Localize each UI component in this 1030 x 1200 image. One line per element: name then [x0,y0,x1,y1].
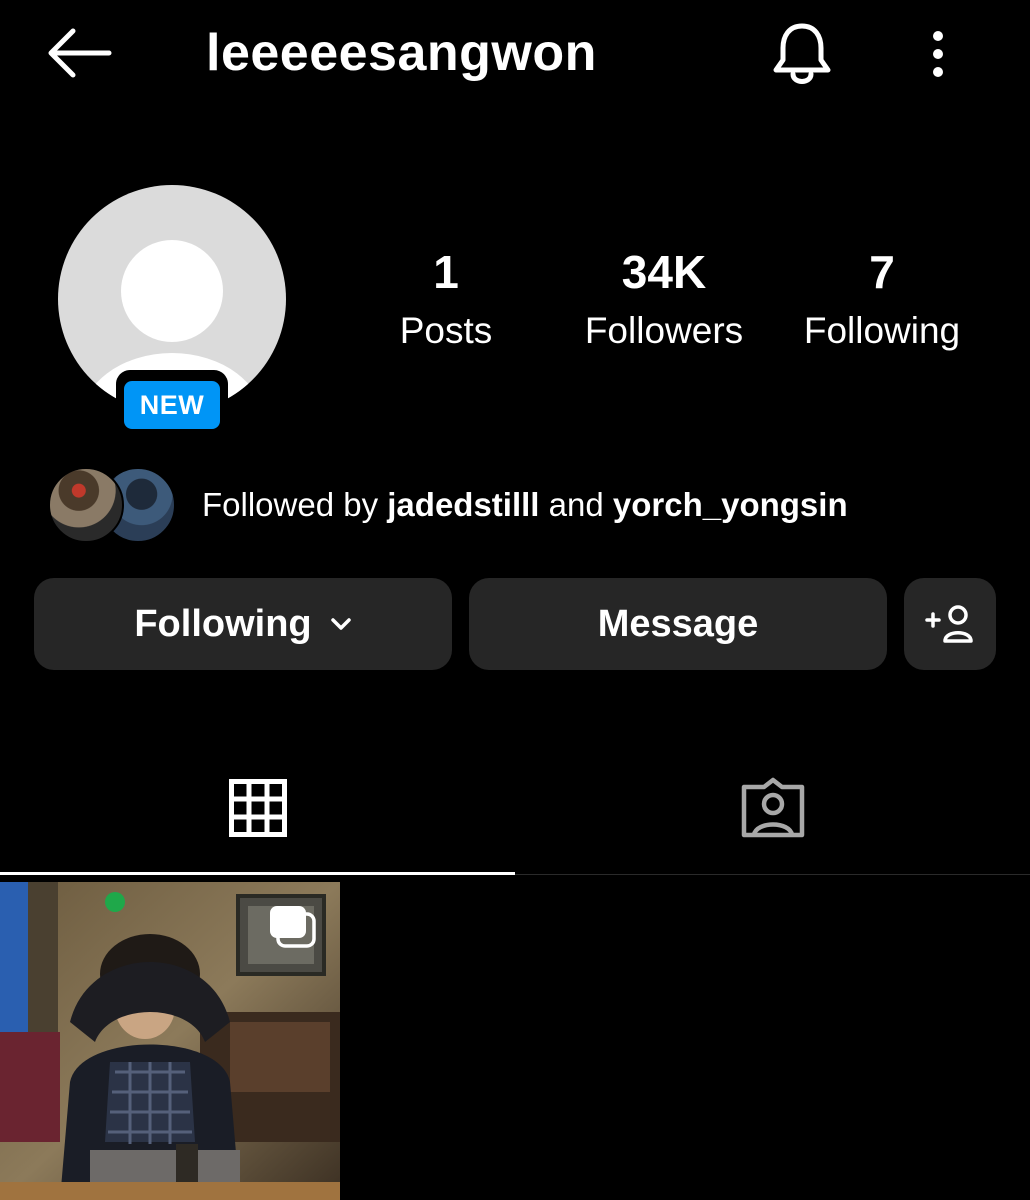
grid-icon [228,778,287,837]
following-label: Following [803,310,961,351]
posts-label: Posts [399,310,493,351]
mutual-user-2: yorch_yongsin [612,486,848,523]
top-bar: leeeeesangwon [0,0,1030,110]
posts-stat[interactable]: 1 Posts [341,244,551,356]
bell-icon [773,23,831,84]
message-button[interactable]: Message [469,578,887,670]
following-stat[interactable]: 7 Following [777,244,987,356]
followers-stat[interactable]: 34K Followers [559,244,769,356]
carousel-icon [270,906,316,948]
back-button[interactable] [40,20,120,86]
chevron-down-icon [330,617,352,631]
message-button-label: Message [597,602,759,645]
mutual-avatars [48,467,176,543]
new-badge: NEW [116,370,228,440]
mutual-user-1: jadedstilll [387,486,540,523]
arrow-left-icon [48,28,112,78]
tab-divider [515,874,1030,875]
followed-by-prefix: Followed by [202,486,379,523]
followed-by-conjunction: and [548,486,604,523]
tab-tagged[interactable] [515,740,1030,875]
active-tab-indicator [0,872,515,875]
post-thumbnail[interactable] [0,882,340,1200]
more-vertical-icon [933,31,943,77]
profile-tabs [0,740,1030,877]
tagged-user-icon [741,777,804,837]
mutual-followers[interactable]: Followed by jadedstilll and yorch_yongsi… [48,466,848,544]
tab-posts-grid[interactable] [0,740,515,875]
more-options-button[interactable] [912,18,964,90]
following-button-label: Following [134,602,312,645]
followers-count: 34K [621,246,707,298]
notifications-button[interactable] [762,18,842,90]
add-user-icon [925,605,973,643]
profile-username: leeeeesangwon [206,24,597,82]
add-user-button[interactable] [904,578,996,670]
following-count: 7 [869,246,895,298]
posts-count: 1 [433,246,459,298]
mutual-avatar-jadedstilll [48,467,124,543]
followed-by-text: Followed by jadedstilll and yorch_yongsi… [202,486,848,524]
followers-label: Followers [584,310,744,351]
following-button[interactable]: Following [34,578,452,670]
new-badge-label: NEW [124,381,220,429]
